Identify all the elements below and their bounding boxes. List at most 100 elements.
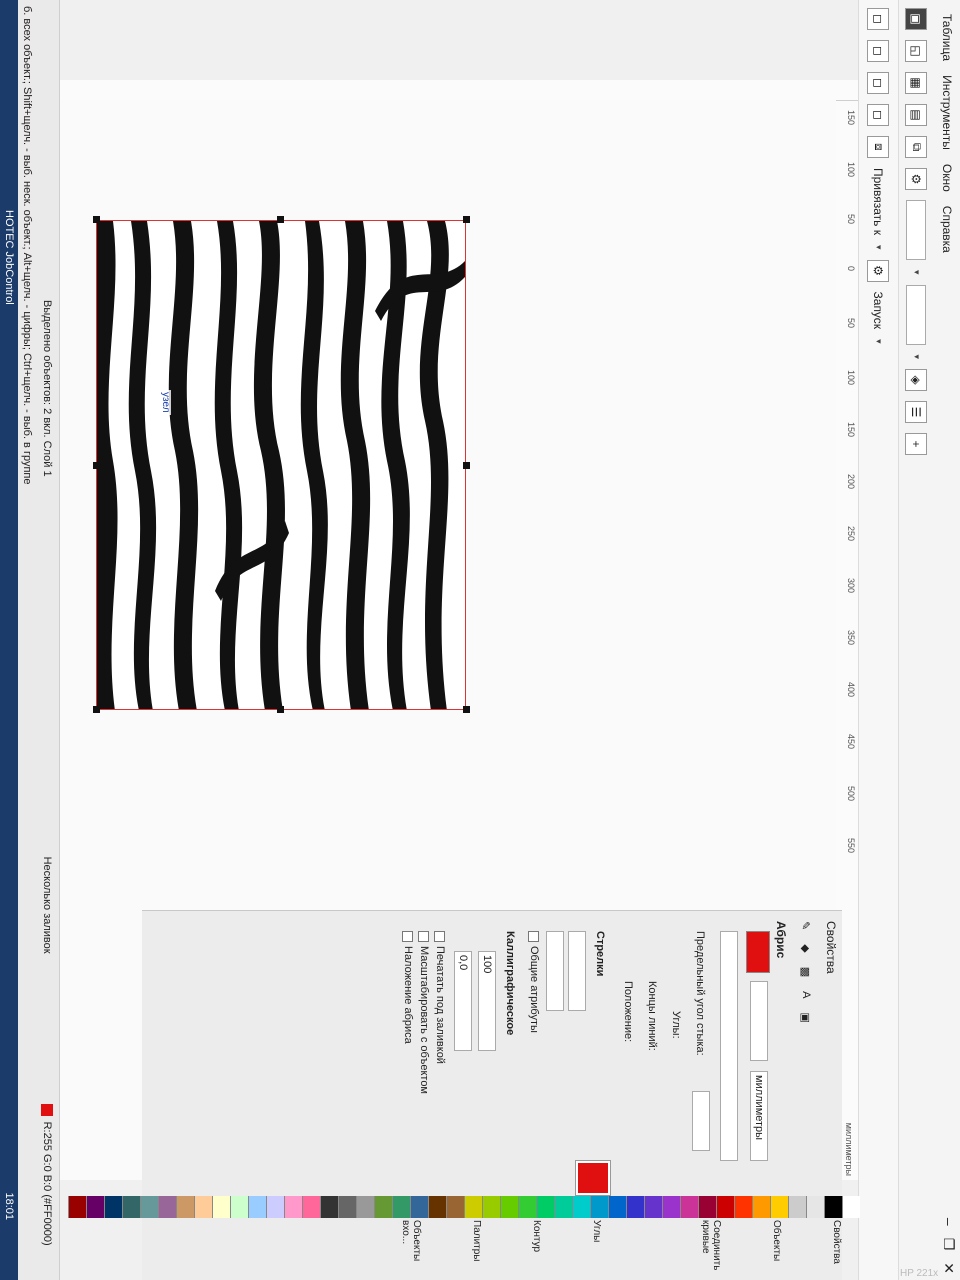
tab-objects[interactable]: Объекты (771, 1220, 782, 1261)
combine-icon[interactable]: ⧈ (867, 136, 890, 158)
tab-properties[interactable]: Свойства (831, 1220, 842, 1264)
palette-swatch[interactable] (266, 1196, 284, 1218)
palette-swatch[interactable] (500, 1196, 518, 1218)
palette-swatch[interactable] (140, 1196, 158, 1218)
resize-handle[interactable] (463, 462, 470, 469)
resize-handle[interactable] (93, 216, 100, 223)
shape-icon-4[interactable]: ◻ (867, 104, 890, 126)
transform-icon[interactable]: ⧉ (905, 136, 928, 158)
palette-swatch[interactable] (284, 1196, 302, 1218)
outline-color-swatch[interactable] (746, 931, 770, 973)
angle-field[interactable]: 0,0 (454, 951, 472, 1051)
palette-swatch[interactable] (68, 1196, 86, 1218)
menu-tools[interactable]: Инструменты (940, 75, 954, 150)
common-attributes-checkbox[interactable]: Общие атрибуты (528, 931, 540, 1033)
snap-to-button[interactable]: Привязать к (872, 168, 886, 235)
menu-window[interactable]: Окно (940, 164, 954, 192)
line-style-select[interactable] (720, 931, 738, 1161)
palette-swatch[interactable] (716, 1196, 734, 1218)
text-tab-icon[interactable]: A (800, 991, 812, 998)
palette-swatch[interactable] (698, 1196, 716, 1218)
units-select[interactable]: миллиметры (750, 1071, 768, 1161)
grid-icon[interactable]: ▦ (905, 72, 928, 94)
chevron-down-icon[interactable]: ▾ (873, 245, 884, 250)
palette-swatch[interactable] (86, 1196, 104, 1218)
shape-icon-1[interactable]: ◻ (867, 8, 890, 30)
palette-swatch[interactable] (518, 1196, 536, 1218)
palette-swatch[interactable] (338, 1196, 356, 1218)
transparency-tab-icon[interactable]: ▩ (800, 967, 813, 977)
restore-icon[interactable]: ❐ (940, 1238, 957, 1251)
palette-swatch[interactable] (356, 1196, 374, 1218)
resize-handle[interactable] (463, 216, 470, 223)
palette-swatch[interactable] (176, 1196, 194, 1218)
zebra-pattern-object[interactable] (96, 220, 466, 710)
palette-swatch[interactable] (464, 1196, 482, 1218)
palette-swatch[interactable] (662, 1196, 680, 1218)
outline-tab-icon[interactable]: ✎ (800, 921, 813, 930)
palette-swatch[interactable] (536, 1196, 554, 1218)
image-tab-icon[interactable]: ▣ (800, 1012, 813, 1022)
palette-swatch[interactable] (194, 1196, 212, 1218)
arrow-end-select[interactable] (546, 931, 564, 1011)
settings-icon[interactable]: ⚙ (867, 259, 890, 282)
resize-handle[interactable] (93, 706, 100, 713)
image-icon[interactable]: ▤ (905, 104, 928, 126)
align-icon[interactable]: ☰ (905, 401, 928, 424)
tab-join-curves[interactable]: Соединить кривые (700, 1220, 722, 1270)
arrow-start-select[interactable] (568, 931, 586, 1011)
launch-button[interactable]: Запуск (872, 292, 886, 330)
palette-swatch[interactable] (734, 1196, 752, 1218)
palette-swatch[interactable] (554, 1196, 572, 1218)
tab-contour[interactable]: Контур (531, 1220, 542, 1252)
size-combo[interactable] (906, 284, 927, 345)
chevron-down-icon[interactable]: ▾ (911, 355, 922, 360)
palette-swatch[interactable] (590, 1196, 608, 1218)
frame-icon[interactable]: ◱ (905, 40, 928, 62)
palette-swatch[interactable] (446, 1196, 464, 1218)
chevron-down-icon[interactable]: ▾ (873, 339, 884, 344)
tab-corners[interactable]: Углы (591, 1220, 602, 1242)
zoom-combo[interactable] (906, 200, 927, 260)
minimize-icon[interactable]: – (940, 1218, 957, 1226)
palette-swatch[interactable] (626, 1196, 644, 1218)
print-under-fill-checkbox[interactable]: Печатать под заливкой (434, 931, 446, 1064)
shape-icon-2[interactable]: ◻ (867, 40, 890, 62)
palette-swatch[interactable] (770, 1196, 788, 1218)
menu-help[interactable]: Справка (940, 206, 954, 253)
miter-limit-field[interactable] (692, 1091, 710, 1151)
tab-objects-in[interactable]: Объекты вхо... (400, 1220, 422, 1261)
palette-swatch[interactable] (788, 1196, 806, 1218)
palette-swatch[interactable] (572, 1196, 590, 1218)
outline-width-field[interactable] (750, 981, 768, 1061)
palette-swatch[interactable] (806, 1196, 824, 1218)
palette-swatch[interactable] (842, 1196, 860, 1218)
palette-swatch[interactable] (644, 1196, 662, 1218)
palette-swatch[interactable] (230, 1196, 248, 1218)
add-icon[interactable]: + (905, 433, 928, 456)
overprint-outline-checkbox[interactable]: Наложение абриса (402, 931, 414, 1044)
select-tool-icon[interactable]: ▣ (905, 8, 928, 30)
palette-swatch[interactable] (410, 1196, 428, 1218)
menu-table[interactable]: Таблица (940, 14, 954, 61)
stretch-field[interactable]: 100 (478, 951, 496, 1051)
palette-swatch[interactable] (248, 1196, 266, 1218)
palette-swatch[interactable] (824, 1196, 842, 1218)
resize-handle[interactable] (277, 706, 284, 713)
node-icon[interactable]: ◈ (905, 369, 928, 392)
palette-swatch[interactable] (392, 1196, 410, 1218)
resize-handle[interactable] (277, 216, 284, 223)
fill-tab-icon[interactable]: ◆ (800, 944, 813, 952)
scale-with-object-checkbox[interactable]: Масштабировать с объектом (418, 931, 430, 1094)
palette-swatch[interactable] (122, 1196, 140, 1218)
palette-swatch[interactable] (104, 1196, 122, 1218)
shape-icon-3[interactable]: ◻ (867, 72, 890, 94)
resize-handle[interactable] (93, 462, 100, 469)
palette-swatch[interactable] (302, 1196, 320, 1218)
gear-icon[interactable]: ⚙ (905, 168, 928, 190)
palette-swatch[interactable] (752, 1196, 770, 1218)
palette-swatch[interactable] (482, 1196, 500, 1218)
taskbar-app[interactable]: HOTEC JobControl (3, 210, 15, 305)
palette-swatch[interactable] (428, 1196, 446, 1218)
palette-swatch[interactable] (158, 1196, 176, 1218)
